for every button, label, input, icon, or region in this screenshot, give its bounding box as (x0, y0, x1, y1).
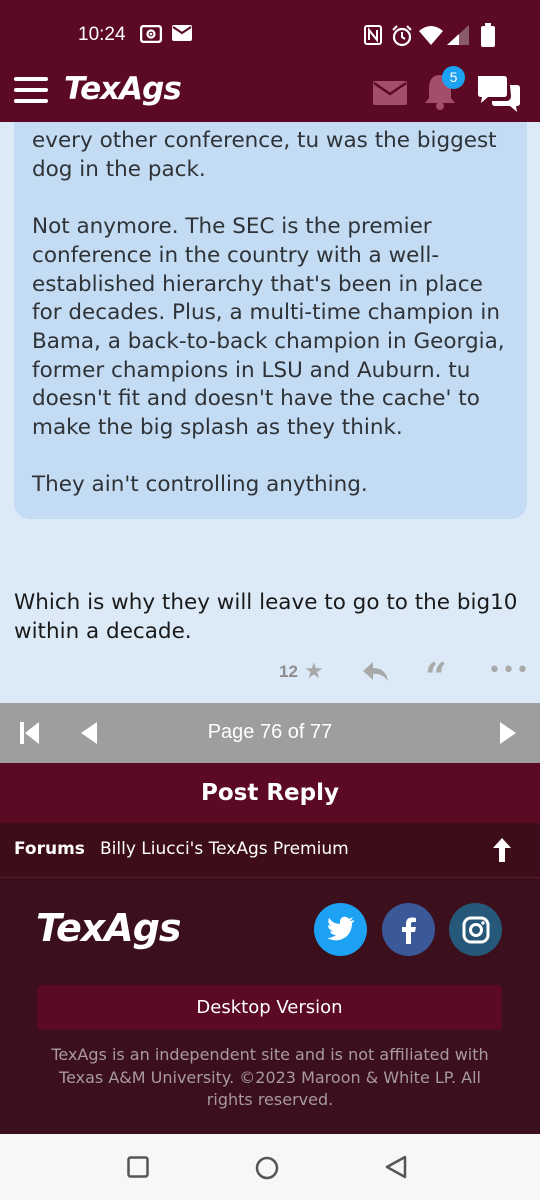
nfc-icon (364, 25, 382, 45)
status-time: 10:24 (78, 24, 126, 45)
facebook-icon (402, 917, 416, 944)
cast-icon (140, 25, 162, 43)
system-navigation-bar (0, 1134, 540, 1200)
texags-logo[interactable]: TexAgs (64, 71, 182, 107)
app-header: TexAgs 5 (0, 66, 540, 122)
twitter-button[interactable] (314, 903, 367, 956)
signal-icon (447, 25, 469, 45)
quote-paragraph: every other conference, tu was the bigge… (32, 128, 497, 182)
post-actions: 12 ★ “ ••• (0, 654, 540, 699)
breadcrumb: Forums Billy Liucci's TexAgs Premium (0, 823, 540, 878)
quoted-post: every other conference, tu was the bigge… (14, 122, 527, 519)
notification-count-badge: 5 (442, 66, 465, 89)
reply-icon[interactable] (363, 662, 389, 682)
menu-icon[interactable] (14, 77, 48, 103)
desktop-version-button[interactable]: Desktop Version (37, 985, 502, 1030)
star-icon[interactable]: ★ (304, 659, 324, 684)
site-footer: TexAgs Desktop Version TexAgs is an inde… (0, 878, 540, 1134)
page-indicator[interactable]: Page 76 of 77 (0, 721, 540, 744)
legal-notice: TexAgs is an independent site and is not… (51, 1045, 489, 1109)
breadcrumb-forum-link[interactable]: Billy Liucci's TexAgs Premium (100, 839, 349, 859)
twitter-icon (327, 916, 354, 941)
home-icon[interactable] (255, 1156, 279, 1180)
quote-paragraph: They ain't controlling anything. (32, 472, 368, 498)
post-body: Which is why they will leave to go to th… (14, 590, 518, 644)
pagination-bar: Page 76 of 77 (0, 703, 540, 763)
battery-icon (481, 23, 495, 47)
chat-icon[interactable] (476, 74, 522, 112)
instagram-button[interactable] (449, 903, 502, 956)
more-options-icon[interactable]: ••• (488, 658, 530, 683)
facebook-button[interactable] (382, 903, 435, 956)
recent-apps-icon[interactable] (127, 1156, 149, 1178)
post-reply-button[interactable]: Post Reply (0, 763, 540, 823)
breadcrumb-forums-link[interactable]: Forums (14, 839, 85, 859)
back-icon[interactable] (384, 1155, 408, 1179)
email-notification-icon (172, 25, 192, 41)
like-count: 12 (279, 662, 298, 681)
scroll-to-top-icon[interactable] (491, 838, 513, 862)
wifi-icon (419, 26, 443, 45)
quote-icon[interactable]: “ (425, 654, 447, 699)
status-bar: 10:24 (0, 0, 540, 66)
messages-icon[interactable] (373, 81, 407, 105)
footer-texags-logo[interactable]: TexAgs (36, 906, 182, 950)
next-page-icon[interactable] (499, 722, 517, 744)
quote-paragraph: Not anymore. The SEC is the premier conf… (32, 214, 505, 441)
instagram-icon (462, 916, 490, 944)
alarm-icon (392, 25, 412, 47)
